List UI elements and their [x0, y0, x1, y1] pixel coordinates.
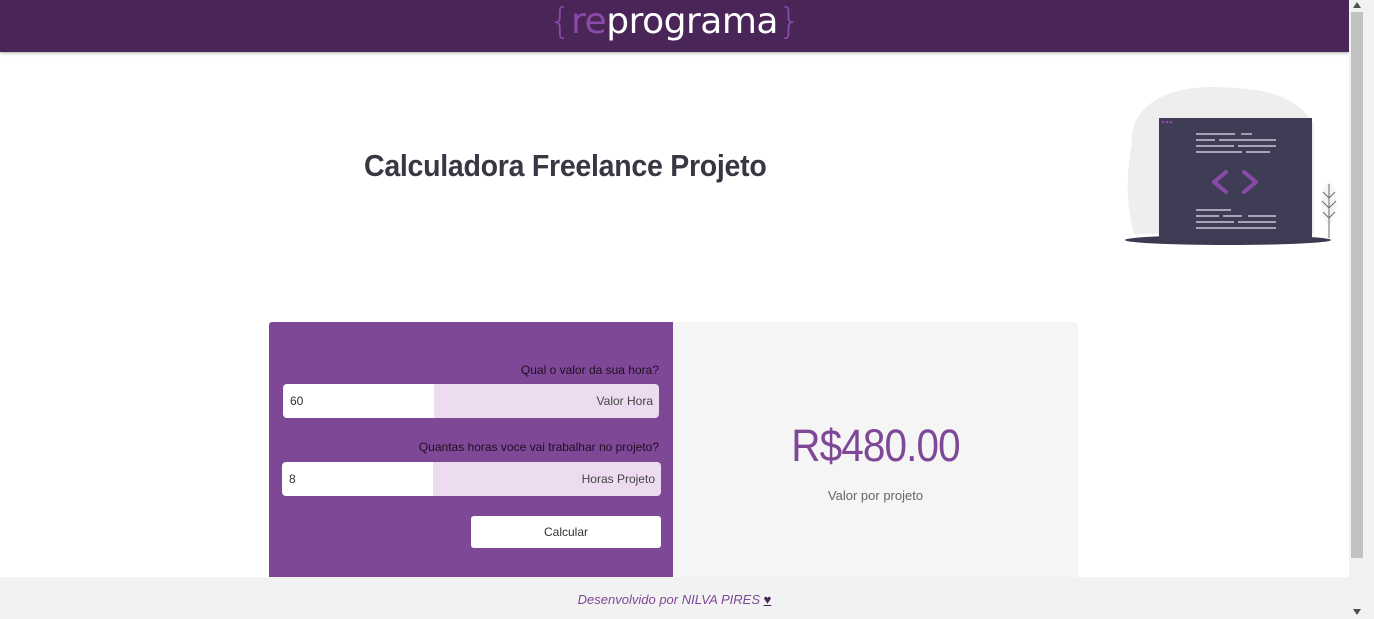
- hours-field-group: Horas Projeto: [282, 462, 661, 496]
- footer-credit: Desenvolvido por NILVA PIRES: [577, 592, 760, 607]
- hours-question-label: Quantas horas voce vai trabalhar no proj…: [418, 440, 659, 454]
- page-footer: Desenvolvido por NILVA PIRES ♥: [0, 577, 1349, 619]
- hours-addon-label: Horas Projeto: [433, 462, 661, 496]
- calculator-card: Qual o valor da sua hora? Valor Hora Qua…: [269, 322, 1078, 578]
- scrollbar-thumb[interactable]: [1351, 12, 1363, 558]
- scroll-down-arrow-icon[interactable]: [1353, 609, 1361, 615]
- site-header: {reprograma}: [0, 0, 1349, 52]
- calculator-form: Qual o valor da sua hora? Valor Hora Qua…: [269, 322, 673, 578]
- logo-close-brace: }: [777, 1, 801, 42]
- scroll-up-arrow-icon[interactable]: [1353, 2, 1361, 8]
- hour-field-group: Valor Hora: [283, 384, 659, 418]
- logo-programa: programa: [606, 1, 778, 42]
- hour-addon-label: Valor Hora: [434, 384, 659, 418]
- project-value-result: R$480.00: [791, 420, 960, 471]
- calculate-button[interactable]: Calcular: [471, 516, 661, 548]
- result-panel: R$480.00 Valor por projeto: [673, 322, 1078, 578]
- logo-open-brace: {: [548, 1, 572, 42]
- code-window-illustration: [1125, 86, 1337, 245]
- logo-re: re: [571, 1, 607, 42]
- hour-question-label: Qual o valor da sua hora?: [520, 363, 659, 377]
- project-hours-input[interactable]: [282, 462, 433, 496]
- page-title: Calculadora Freelance Projeto: [364, 148, 767, 183]
- heart-icon[interactable]: ♥: [764, 592, 772, 607]
- hour-value-input[interactable]: [283, 384, 434, 418]
- reprograma-logo[interactable]: {reprograma}: [0, 2, 1349, 42]
- result-caption: Valor por projeto: [827, 488, 924, 503]
